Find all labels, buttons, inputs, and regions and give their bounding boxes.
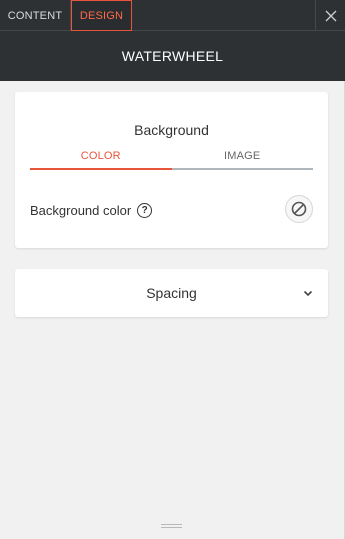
tab-design[interactable]: DESIGN [71,0,132,31]
spacing-card[interactable]: Spacing [15,269,328,317]
tab-bar-spacer [132,0,315,30]
background-color-label: Background color [30,202,132,218]
no-color-icon [291,201,307,217]
spacing-card-title: Spacing [146,285,197,301]
close-button[interactable] [315,0,345,31]
panel-header: WATERWHEEL [0,31,345,81]
tab-bar: CONTENT DESIGN [0,0,345,31]
design-panel: CONTENT DESIGN WATERWHEEL Background COL… [0,0,345,539]
background-card-title: Background [134,122,209,138]
page-title: WATERWHEEL [121,48,224,64]
chevron-down-icon [301,286,315,300]
close-icon [325,10,336,21]
background-subtabs: COLOR IMAGE [30,147,313,170]
question-circle-icon[interactable]: ? [137,202,153,218]
subtab-image[interactable]: IMAGE [171,147,313,170]
resize-handle[interactable] [161,524,182,530]
tab-content[interactable]: CONTENT [0,0,71,31]
background-color-row: Background color ? [30,202,153,218]
subtab-color[interactable]: COLOR [30,147,172,170]
background-card: Background COLOR IMAGE Background color … [15,92,328,248]
background-color-swatch[interactable] [285,195,313,223]
